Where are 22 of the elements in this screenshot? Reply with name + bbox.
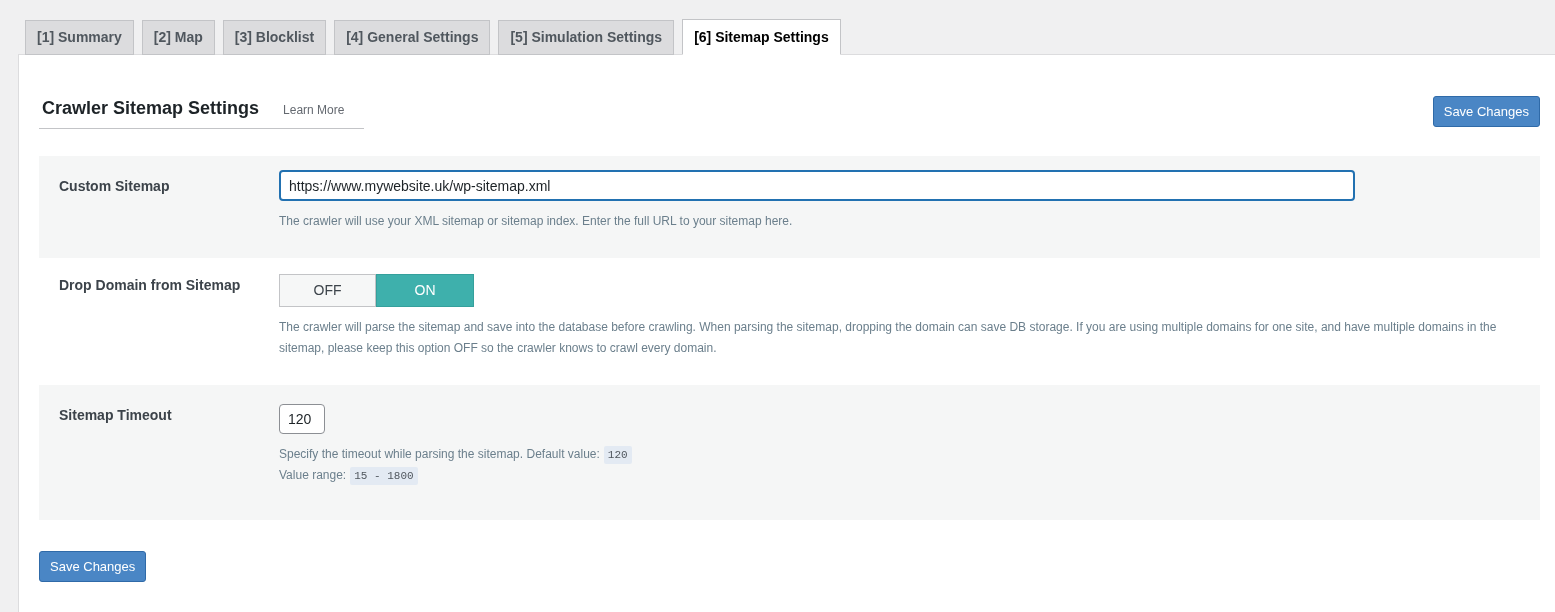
tab[interactable]: [1] Summary	[25, 20, 134, 55]
tab[interactable]: [3] Blocklist	[222, 20, 327, 55]
tab[interactable]: [5] Simulation Settings	[498, 20, 675, 55]
code-value: 120	[603, 445, 632, 464]
toggle-option[interactable]: OFF	[279, 274, 376, 307]
code-value: 15 - 1800	[350, 466, 418, 485]
setting-description: Specify the timeout while parsing the sitemap. Default value:	[279, 446, 600, 463]
setting-description: Value range:	[279, 467, 347, 484]
setting-description: The crawler will parse the sitemap and save into the database before crawling. When parsing the sitemap, dropping the domain can save DB storage. If you are using multiple domains for one site, and have multiple domains in the sitemap, please keep this option OFF so the crawler knows to crawl every domain.	[279, 319, 1498, 357]
learn-more-link[interactable]: Learn More	[283, 101, 345, 119]
setting-description: The crawler will use your XML sitemap or sitemap index. Enter the full URL to your sitemap here.	[279, 213, 793, 230]
save-changes-button[interactable]: Save Changes	[39, 551, 147, 582]
timeout-field[interactable]: 120	[279, 404, 325, 434]
save-changes-button[interactable]: Save Changes	[1432, 96, 1540, 127]
section-title: Crawler Sitemap Settings	[42, 97, 260, 120]
tab[interactable]: [2] Map	[141, 20, 215, 55]
setting-label: Custom Sitemap	[59, 177, 171, 196]
sitemap-url-field[interactable]: https://www.mywebsite.uk/wp-sitemap.xml	[279, 170, 1355, 201]
setting-label: Drop Domain from Sitemap	[59, 276, 242, 295]
tab[interactable]: [6] Sitemap Settings	[682, 19, 841, 55]
tab[interactable]: [4] General Settings	[334, 20, 491, 55]
setting-label: Sitemap Timeout	[59, 406, 173, 425]
